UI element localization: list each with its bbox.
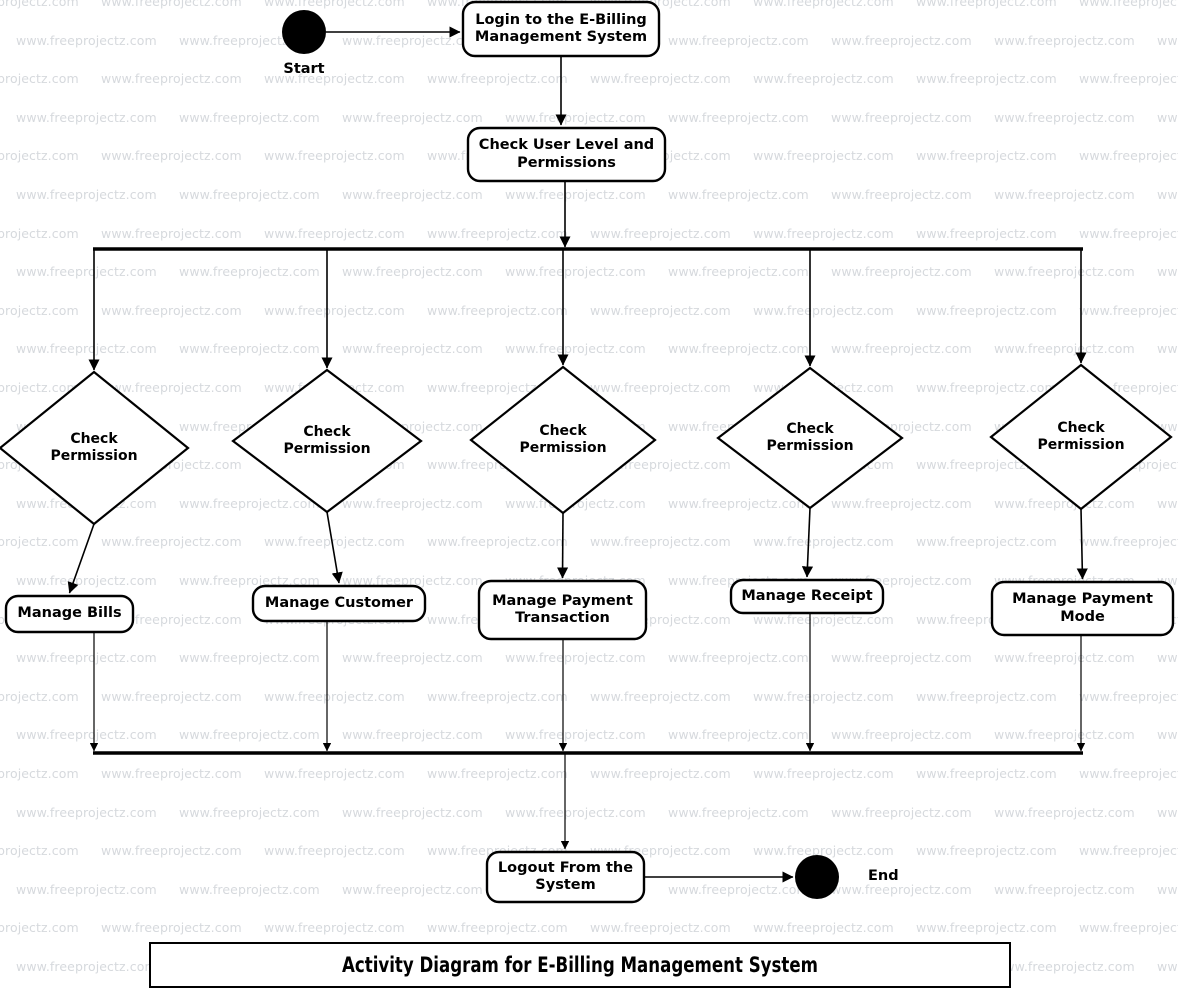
activity-logout-label: Logout From the System <box>497 859 634 893</box>
start-node-label: Start <box>283 61 325 78</box>
activity-receipt-label: Manage Receipt <box>741 587 873 604</box>
label-layer: Start End Login to the E-Billing Managemen… <box>0 0 1178 994</box>
activity-payment-mode-label: Manage Payment Mode <box>1012 591 1153 625</box>
diagram-title: Activity Diagram for E-Billing Managemen… <box>342 953 818 977</box>
activity-check-user-level-label: Check User Level and Permissions <box>478 137 655 171</box>
end-node-label: End <box>868 868 899 885</box>
decision-receipt-label: Check Permission <box>766 421 854 454</box>
activity-bills-label: Manage Bills <box>17 605 122 622</box>
activity-diagram-canvas: www.freeprojectz.comwww.freeprojectz.com… <box>0 0 1178 994</box>
decision-payment-mode-label: Check Permission <box>1037 420 1125 453</box>
activity-login-label: Login to the E-Billing Management System <box>474 11 648 45</box>
